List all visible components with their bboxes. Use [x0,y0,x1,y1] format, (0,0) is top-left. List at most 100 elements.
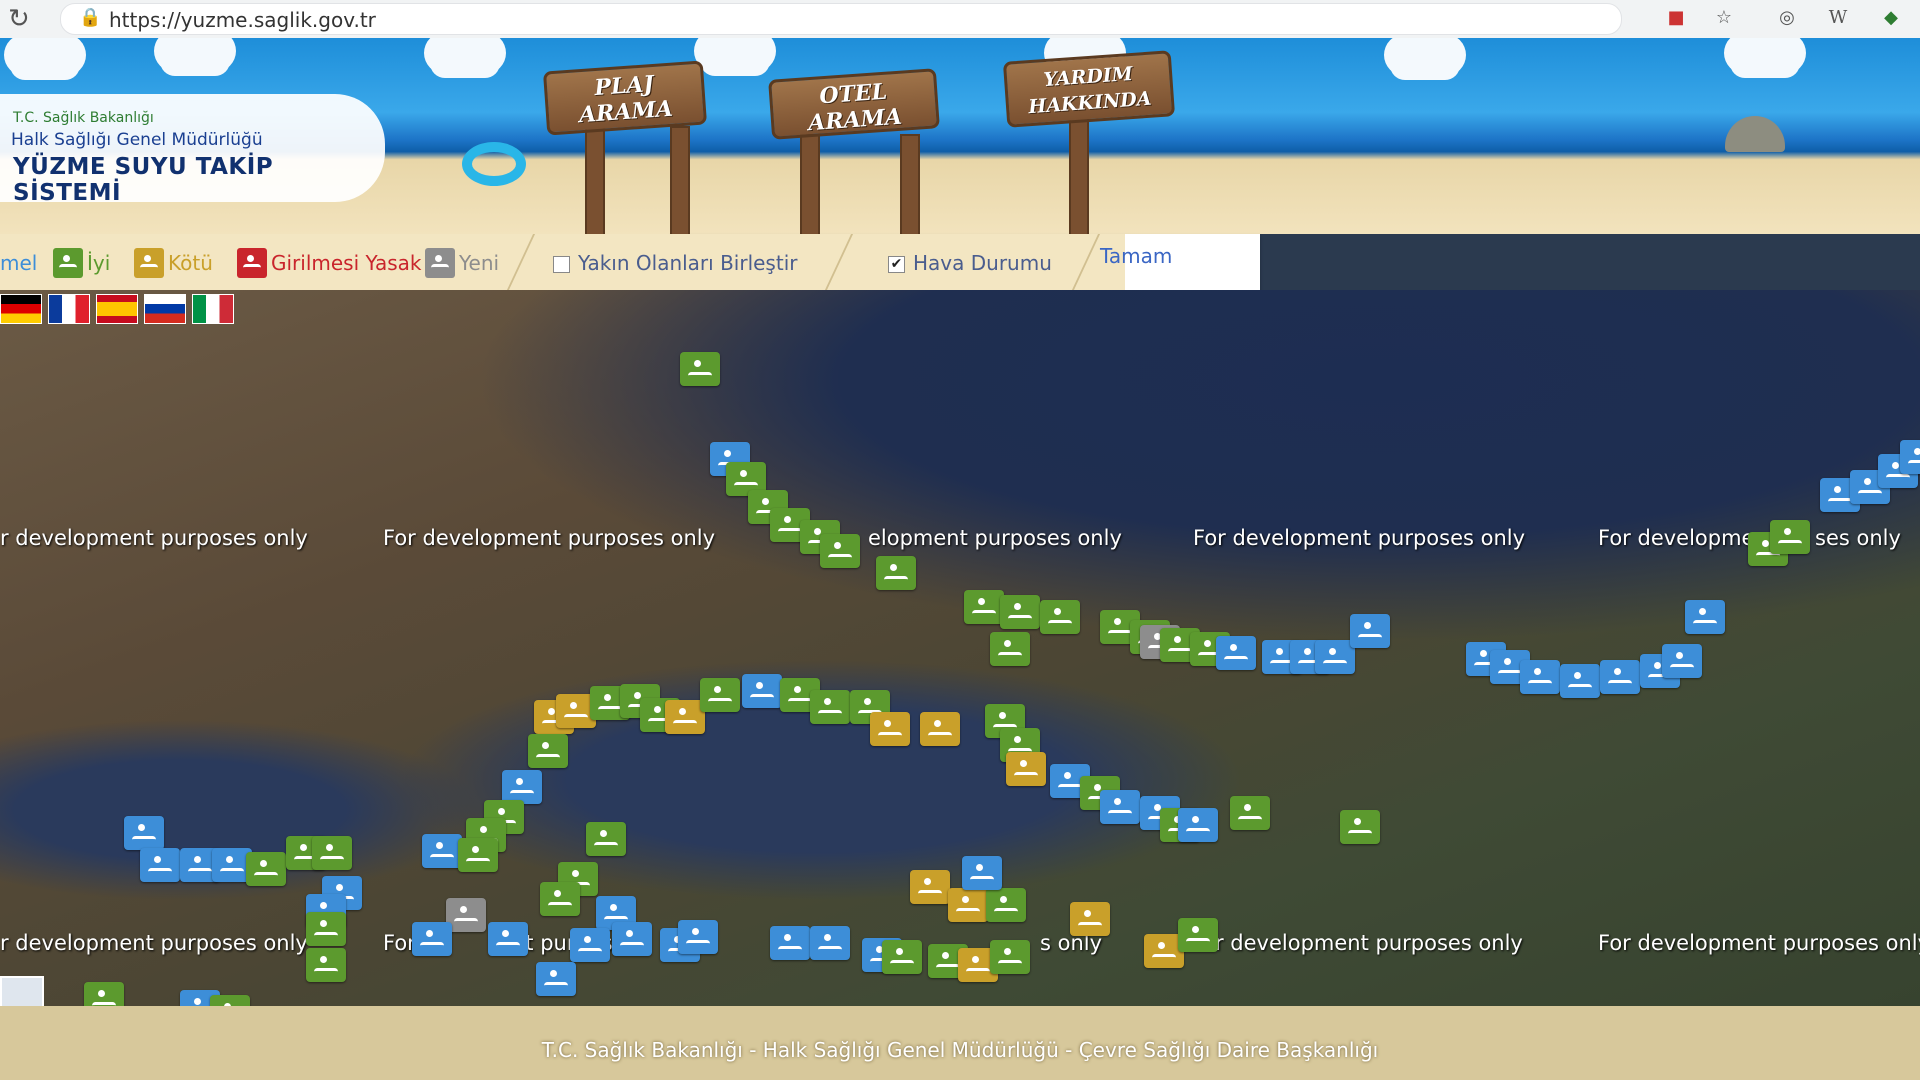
beach-marker[interactable] [1900,440,1920,474]
ok-button[interactable]: Tamam [1100,244,1172,268]
merge-nearby-checkbox[interactable] [553,256,570,273]
beach-marker[interactable] [1070,902,1110,936]
legend-forbidden[interactable]: Girilmesi Yasak [237,248,422,278]
beach-marker[interactable] [1662,644,1702,678]
beach-search-sign[interactable]: PLAJ ARAMA [542,60,715,234]
weather-checkbox[interactable]: ✔ [888,256,905,273]
star-icon[interactable]: ☆ [1711,5,1737,31]
sign-post [900,134,920,234]
beach-marker[interactable] [1230,796,1270,830]
beach-marker[interactable] [502,770,542,804]
address-bar[interactable]: 🔒 https://yuzme.saglik.gov.tr [60,3,1622,35]
legend-forbidden-label: Girilmesi Yasak [271,251,422,275]
beach-marker[interactable] [962,856,1002,890]
beach-marker[interactable] [458,838,498,872]
beach-marker[interactable] [810,926,850,960]
weather-option[interactable]: ✔ Hava Durumu [888,248,1052,278]
beach-marker[interactable] [1216,636,1256,670]
beach-marker[interactable] [820,534,860,568]
dev-watermark: For developme [1598,526,1755,550]
legend-bad[interactable]: Kötü [134,248,213,278]
beach-marker[interactable] [1315,640,1355,674]
beach-marker[interactable] [422,834,462,868]
beach-marker[interactable] [1560,664,1600,698]
beach-marker[interactable] [770,926,810,960]
wikipedia-icon[interactable]: W [1825,5,1851,31]
beach-marker[interactable] [124,816,164,850]
beach-marker[interactable] [964,590,1004,624]
beach-marker[interactable] [246,852,286,886]
beach-marker[interactable] [412,922,452,956]
flag-es[interactable] [96,294,138,324]
beach-marker[interactable] [882,940,922,974]
beach-marker[interactable] [536,962,576,996]
hotel-search-label[interactable]: OTEL ARAMA [768,68,940,140]
beach-marker[interactable] [140,848,180,882]
beach-marker[interactable] [910,870,950,904]
beach-marker[interactable] [870,712,910,746]
flag-ru[interactable] [144,294,186,324]
reload-icon[interactable]: ↻ [8,4,30,34]
legend-new[interactable]: Yeni [425,248,499,278]
directorate-label: Halk Sağlığı Genel Müdürlüğü [11,130,263,150]
beach-marker[interactable] [306,912,346,946]
beach-marker[interactable] [312,836,352,870]
about-sign[interactable]: YARDIM HAKKINDA [1002,50,1176,234]
profile-shield-icon[interactable]: ◆ [1878,5,1904,31]
dev-watermark: For development purposes only [1598,931,1920,955]
flag-fr[interactable] [48,294,90,324]
legend-partial[interactable]: mel [0,248,37,278]
beach-search-label[interactable]: PLAJ ARAMA [542,60,708,136]
beach-marker[interactable] [306,948,346,982]
about-label[interactable]: YARDIM HAKKINDA [1002,50,1176,128]
legend-good[interactable]: İyi [53,248,110,278]
beach-marker[interactable] [1600,660,1640,694]
beach-marker[interactable] [990,632,1030,666]
beach-marker[interactable] [586,822,626,856]
beach-marker[interactable] [1100,790,1140,824]
beach-marker[interactable] [1685,600,1725,634]
site-header: T.C. Sağlık Bakanlığı Halk Sağlığı Genel… [0,38,1920,234]
beach-marker[interactable] [990,940,1030,974]
beach-marker[interactable] [612,922,652,956]
beach-marker[interactable] [446,898,486,932]
sign-post [670,126,690,234]
beach-marker[interactable] [665,700,705,734]
beach-marker[interactable] [920,712,960,746]
beach-marker[interactable] [1000,595,1040,629]
flag-it[interactable] [192,294,234,324]
beach-marker[interactable] [1520,660,1560,694]
beach-marker[interactable] [742,674,782,708]
beach-marker[interactable] [488,922,528,956]
beach-marker[interactable] [1006,752,1046,786]
beach-marker[interactable] [1770,520,1810,554]
beach-marker[interactable] [1040,600,1080,634]
beach-marker[interactable] [948,888,988,922]
beach-marker[interactable] [986,888,1026,922]
extension-icon[interactable]: ◎ [1774,5,1800,31]
legend-new-label: Yeni [459,251,500,275]
beach-marker[interactable] [570,928,610,962]
dev-watermark: For [383,931,416,955]
beach-marker[interactable] [1340,810,1380,844]
beach-marker[interactable] [810,690,850,724]
sign-post [800,134,820,234]
beach-marker[interactable] [1178,808,1218,842]
cloud [1730,48,1800,78]
beach-marker[interactable] [680,352,720,386]
beach-marker[interactable] [540,882,580,916]
legend-good-label: İyi [87,251,111,275]
beach-marker[interactable] [1178,918,1218,952]
dev-watermark: elopment purposes only [868,526,1122,550]
beach-marker[interactable] [876,556,916,590]
url-text[interactable]: https://yuzme.saglik.gov.tr [109,8,376,32]
brand-panel[interactable]: T.C. Sağlık Bakanlığı Halk Sağlığı Genel… [0,94,385,206]
merge-nearby-option[interactable]: Yakın Olanları Birleştir [553,248,797,278]
beach-marker[interactable] [678,920,718,954]
hotel-search-sign[interactable]: OTEL ARAMA [768,68,940,234]
flag-de[interactable] [0,294,42,324]
beach-marker[interactable] [700,678,740,712]
beach-marker[interactable] [1350,614,1390,648]
beach-marker[interactable] [528,734,568,768]
shield-icon[interactable]: ■ [1663,5,1689,31]
